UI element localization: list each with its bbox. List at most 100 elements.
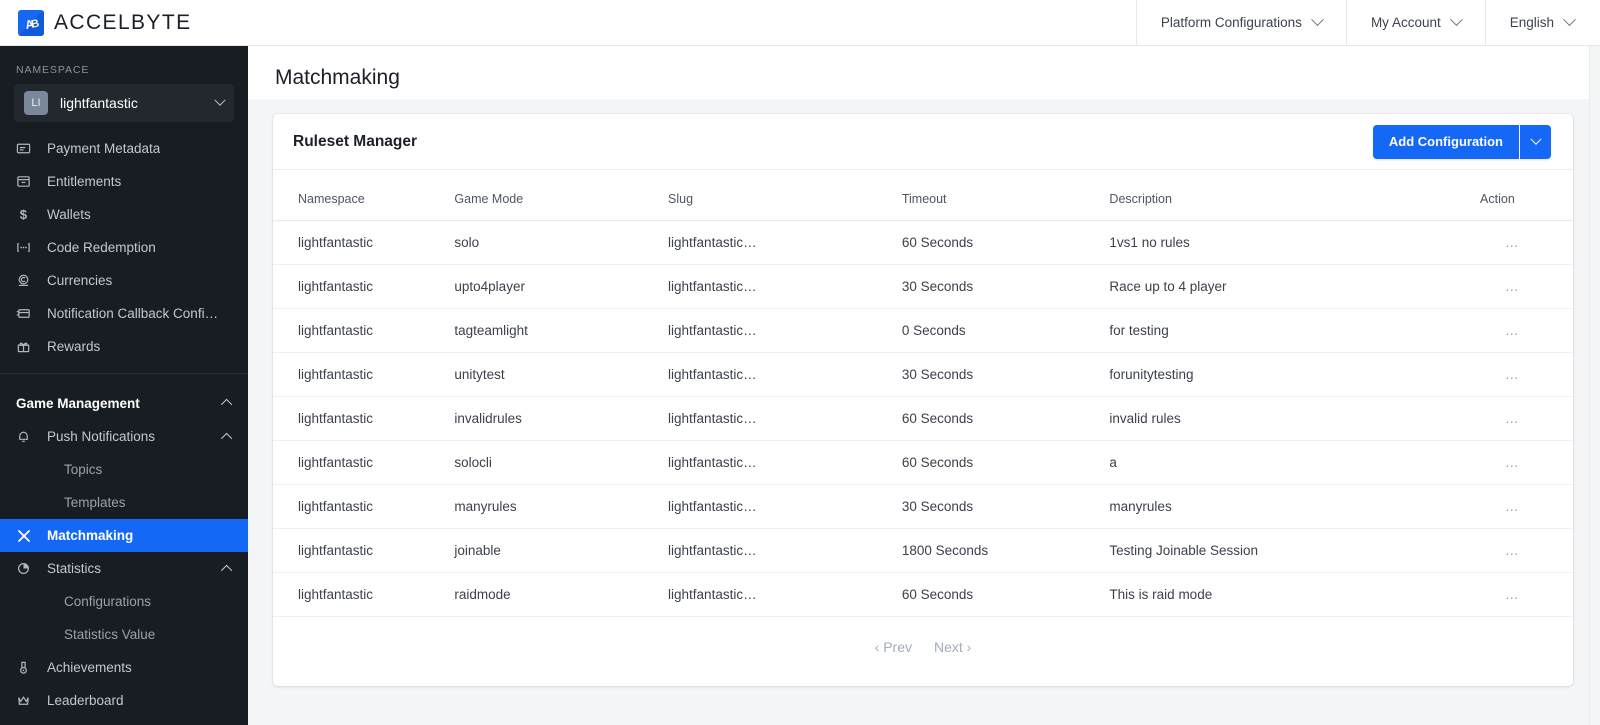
row-action-menu-button[interactable]: … (1505, 499, 1521, 513)
table-row: lightfantastic tagteamlight lightfantast… (273, 308, 1573, 353)
topnav-language[interactable]: English (1484, 0, 1600, 46)
cell-namespace: lightfantastic (273, 264, 455, 309)
sidebar-item-label: Statistics Value (64, 627, 156, 642)
sidebar-item-payment-metadata[interactable]: Payment Metadata (0, 132, 248, 165)
sidebar-item-label: Topics (64, 462, 103, 477)
sidebar-section-game-management[interactable]: Game Management (0, 386, 248, 420)
sidebar-item-leaderboard[interactable]: Leaderboard (0, 684, 248, 717)
sidebar-item-rewards[interactable]: Rewards (0, 330, 248, 363)
cell-game-mode: raidmode (454, 572, 669, 617)
cell-timeout: 30 Seconds (901, 352, 1110, 397)
row-action-menu-button[interactable]: … (1505, 543, 1521, 557)
table-row: lightfantastic manyrules lightfantastic…… (273, 484, 1573, 529)
sidebar-item-label: Entitlements (47, 174, 122, 189)
row-action-menu-button[interactable]: … (1505, 323, 1521, 337)
column-header-description: Description (1109, 170, 1453, 221)
topnav-platform-configurations[interactable]: Platform Configurations (1135, 0, 1346, 46)
sidebar-item-statistics[interactable]: Statistics (0, 552, 248, 585)
cell-action: … (1452, 352, 1573, 397)
add-configuration-button[interactable]: Add Configuration (1372, 124, 1519, 159)
brand[interactable]: A B ACCELBYTE (0, 0, 191, 46)
cell-description: Testing Joinable Session (1109, 528, 1453, 573)
cell-namespace: lightfantastic (273, 220, 455, 265)
sidebar-item-configurations[interactable]: Configurations (0, 585, 248, 618)
sidebar-item-templates[interactable]: Templates (0, 486, 248, 519)
table-row: lightfantastic joinable lightfantastic… … (273, 528, 1573, 573)
add-configuration-button-group: Add Configuration (1372, 124, 1551, 159)
cell-description: 1vs1 no rules (1109, 220, 1453, 265)
cell-action: … (1452, 572, 1573, 617)
table-row: lightfantastic upto4player lightfantasti… (273, 264, 1573, 309)
row-action-menu-button[interactable]: … (1505, 279, 1521, 293)
sidebar-item-push-notifications[interactable]: Push Notifications (0, 420, 248, 453)
accelbyte-logo-icon: A B (18, 9, 44, 36)
ruleset-table: Namespace Game Mode Slug Timeout Descrip… (273, 170, 1573, 617)
add-configuration-dropdown-button[interactable] (1519, 124, 1551, 159)
table-header-row: Namespace Game Mode Slug Timeout Descrip… (273, 170, 1573, 221)
cell-action: … (1452, 220, 1573, 265)
next-page-button[interactable]: Next › (934, 639, 971, 655)
caret-up-icon (220, 564, 233, 576)
bell-icon (16, 429, 38, 444)
cell-timeout: 60 Seconds (901, 220, 1110, 265)
topnav-my-account[interactable]: My Account (1345, 0, 1485, 46)
row-action-menu-button[interactable]: … (1505, 235, 1521, 249)
sidebar-section-label: Game Management (16, 395, 140, 411)
cell-slug: lightfantastic… (668, 264, 902, 309)
table-header: Namespace Game Mode Slug Timeout Descrip… (273, 170, 1573, 221)
notification-callback-icon (16, 306, 38, 321)
prev-page-button[interactable]: ‹ Prev (875, 639, 912, 655)
cell-timeout: 0 Seconds (901, 308, 1110, 353)
cell-game-mode: unitytest (454, 352, 669, 397)
sidebar-item-entitlements[interactable]: Entitlements (0, 165, 248, 198)
cell-slug: lightfantastic… (668, 440, 902, 485)
sidebar-item-statistics-value[interactable]: Statistics Value (0, 618, 248, 651)
table-row: lightfantastic solocli lightfantastic… 6… (273, 440, 1573, 485)
cell-game-mode: solo (454, 220, 669, 265)
table-body: lightfantastic solo lightfantastic… 60 S… (273, 220, 1573, 617)
table-row: lightfantastic unitytest lightfantastic…… (273, 352, 1573, 397)
topnav-item-label: Platform Configurations (1160, 15, 1302, 30)
row-action-menu-button[interactable]: … (1505, 411, 1521, 425)
currencies-icon (16, 273, 38, 288)
page-title: Matchmaking (275, 66, 400, 89)
chevron-down-icon (1529, 133, 1542, 145)
row-action-menu-button[interactable]: … (1505, 367, 1521, 381)
payment-metadata-icon (16, 141, 38, 156)
cell-timeout: 60 Seconds (901, 572, 1110, 617)
table-row: lightfantastic raidmode lightfantastic… … (273, 572, 1573, 617)
cell-description: a (1109, 440, 1453, 485)
sidebar-nav-list: Payment Metadata Entitlements $ Wallets (0, 122, 248, 717)
row-action-menu-button[interactable]: … (1505, 587, 1521, 601)
sidebar-item-wallets[interactable]: $ Wallets (0, 198, 248, 231)
column-header-timeout: Timeout (901, 170, 1110, 221)
cell-timeout: 60 Seconds (901, 440, 1110, 485)
topnav-item-label: My Account (1370, 15, 1441, 30)
sidebar-item-matchmaking[interactable]: Matchmaking (0, 519, 248, 552)
leaderboard-crown-icon (16, 693, 38, 708)
cell-slug: lightfantastic… (668, 396, 902, 441)
brand-name: ACCELBYTE (54, 10, 192, 34)
card-title: Ruleset Manager (293, 132, 418, 150)
table-row: lightfantastic invalidrules lightfantast… (273, 396, 1573, 441)
cell-slug: lightfantastic… (668, 572, 902, 617)
sidebar-item-label: Statistics (47, 561, 102, 576)
sidebar-item-achievements[interactable]: Achievements (0, 651, 248, 684)
sidebar-item-code-redemption[interactable]: Code Redemption (0, 231, 248, 264)
cell-action: … (1452, 264, 1573, 309)
cell-namespace: lightfantastic (273, 484, 455, 529)
ruleset-manager-card: Ruleset Manager Add Configuration Namesp… (273, 114, 1573, 686)
sidebar-item-currencies[interactable]: Currencies (0, 264, 248, 297)
cell-game-mode: joinable (454, 528, 669, 573)
sidebar-item-label: Notification Callback Configur... (47, 306, 225, 321)
vertical-scrollbar[interactable] (1589, 46, 1600, 725)
cell-game-mode: upto4player (454, 264, 669, 309)
sidebar-item-label: Wallets (47, 207, 91, 222)
sidebar-item-label: Configurations (64, 594, 152, 609)
row-action-menu-button[interactable]: … (1505, 455, 1521, 469)
sidebar-item-notification-callback-configuration[interactable]: Notification Callback Configur... (0, 297, 248, 330)
cell-slug: lightfantastic… (668, 352, 902, 397)
namespace-selector[interactable]: LI lightfantastic (14, 84, 234, 122)
cell-game-mode: tagteamlight (454, 308, 669, 353)
sidebar-item-topics[interactable]: Topics (0, 453, 248, 486)
